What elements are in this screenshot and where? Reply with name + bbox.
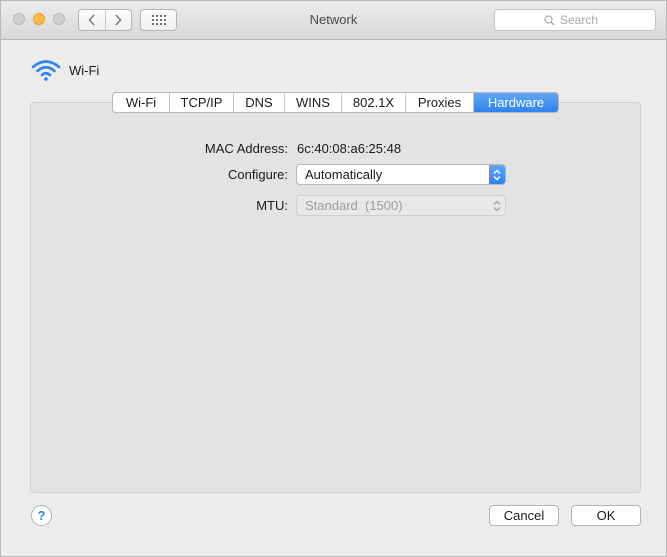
tab-8021x[interactable]: 802.1X (341, 93, 405, 112)
search-field[interactable] (494, 9, 656, 31)
configure-label: Configure: (228, 167, 288, 182)
mac-address-value: 6c:40:08:a6:25:48 (297, 141, 402, 156)
tab-proxies[interactable]: Proxies (405, 93, 473, 112)
mac-address-label: MAC Address: (204, 141, 288, 156)
interface-header: Wi-Fi (31, 59, 99, 81)
popup-stepper-icon (489, 196, 505, 215)
mtu-label: MTU: (256, 198, 288, 213)
interface-name: Wi-Fi (69, 62, 100, 78)
tab-wins[interactable]: WINS (284, 93, 341, 112)
tab-hardware[interactable]: Hardware (473, 93, 558, 112)
help-button[interactable]: ? (31, 505, 52, 526)
mtu-popup: Standard (1500) (296, 195, 506, 216)
mtu-popup-value: Standard (1500) (305, 198, 403, 213)
tab-tcpip[interactable]: TCP/IP (169, 93, 233, 112)
ok-button[interactable]: OK (571, 505, 641, 526)
popup-stepper-icon (489, 165, 505, 184)
tab-bar: Wi-Fi TCP/IP DNS WINS 802.1X Proxies Har… (112, 92, 559, 113)
help-icon: ? (37, 508, 46, 523)
settings-panel (30, 102, 641, 493)
configure-popup-value: Automatically (305, 167, 383, 182)
title-bar: Network (1, 1, 666, 40)
cancel-button[interactable]: Cancel (489, 505, 559, 526)
configure-popup[interactable]: Automatically (296, 164, 506, 185)
network-preferences-window: Network Wi-Fi Wi-Fi TCP/IP DNS WINS 802.… (0, 0, 667, 557)
tab-wifi[interactable]: Wi-Fi (113, 93, 169, 112)
search-input[interactable] (560, 13, 606, 27)
tab-dns[interactable]: DNS (233, 93, 284, 112)
wifi-icon (31, 60, 61, 81)
search-icon (544, 14, 555, 25)
